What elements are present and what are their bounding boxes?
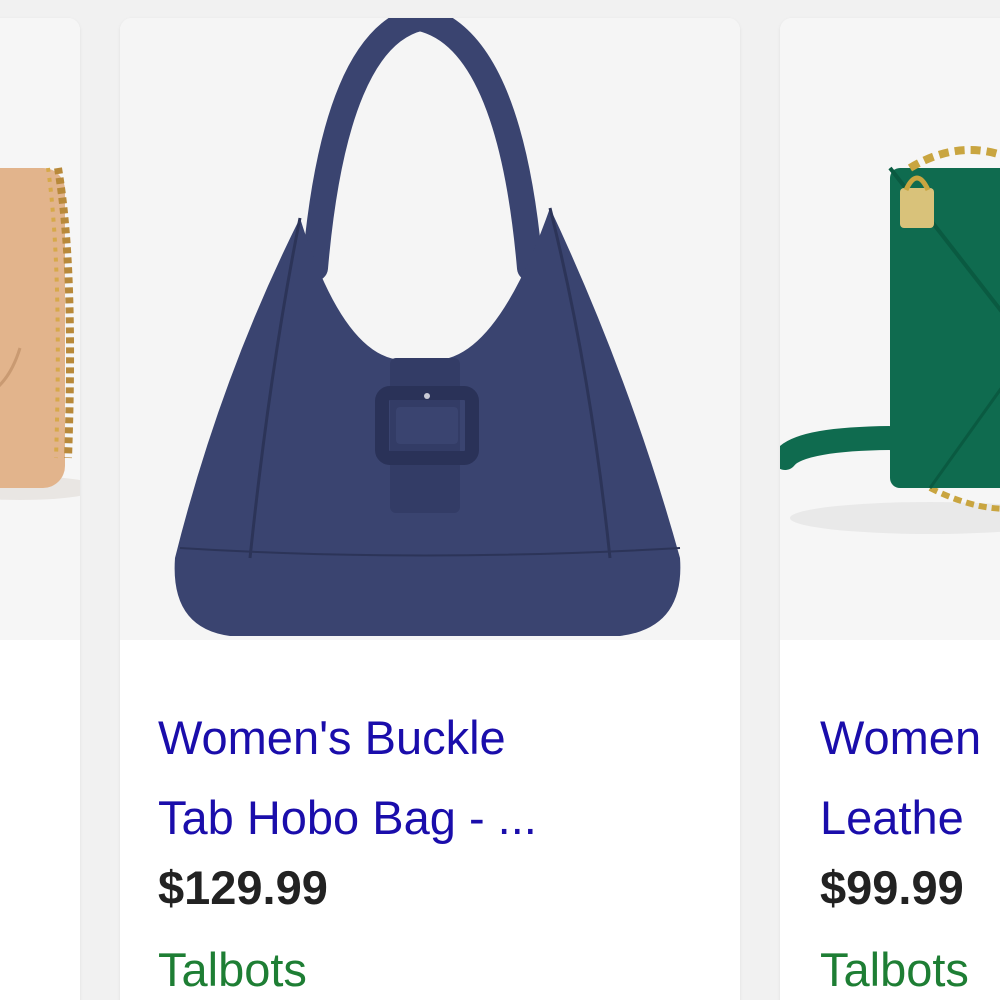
product-title-line2[interactable]: Leathe (820, 791, 964, 844)
product-card-buckle-hobo[interactable]: Women's Buckle Tab Hobo Bag - ... $129.9… (120, 18, 740, 1000)
product-title-line1[interactable]: Women (820, 711, 981, 764)
shopping-carousel: Women's Buckle Tab Hobo Bag - ... $129.9… (0, 0, 1000, 1000)
green-bag-photo (780, 18, 1000, 640)
navy-hobo-bag-photo (120, 18, 740, 640)
product-price: $99.99 (820, 861, 964, 914)
merchant-name: Talbots (820, 943, 969, 996)
product-card-tan-bag[interactable] (0, 18, 80, 1000)
product-image-tan-bag[interactable] (0, 18, 80, 640)
product-title-line1[interactable]: Women's Buckle (158, 711, 506, 764)
product-title[interactable]: Women's Buckle Tab Hobo Bag - ... (158, 698, 718, 858)
product-price: $129.99 (158, 861, 328, 914)
product-title-line2[interactable]: Tab Hobo Bag - ... (158, 791, 537, 844)
product-card-green-leather[interactable]: Women Leathe $99.99 Talbots (780, 18, 1000, 1000)
product-title[interactable]: Women Leathe (820, 698, 981, 858)
product-image-buckle-hobo[interactable] (120, 18, 740, 640)
product-image-green-leather[interactable] (780, 18, 1000, 640)
merchant-name: Talbots (158, 943, 307, 996)
tan-bag-photo (0, 18, 80, 640)
